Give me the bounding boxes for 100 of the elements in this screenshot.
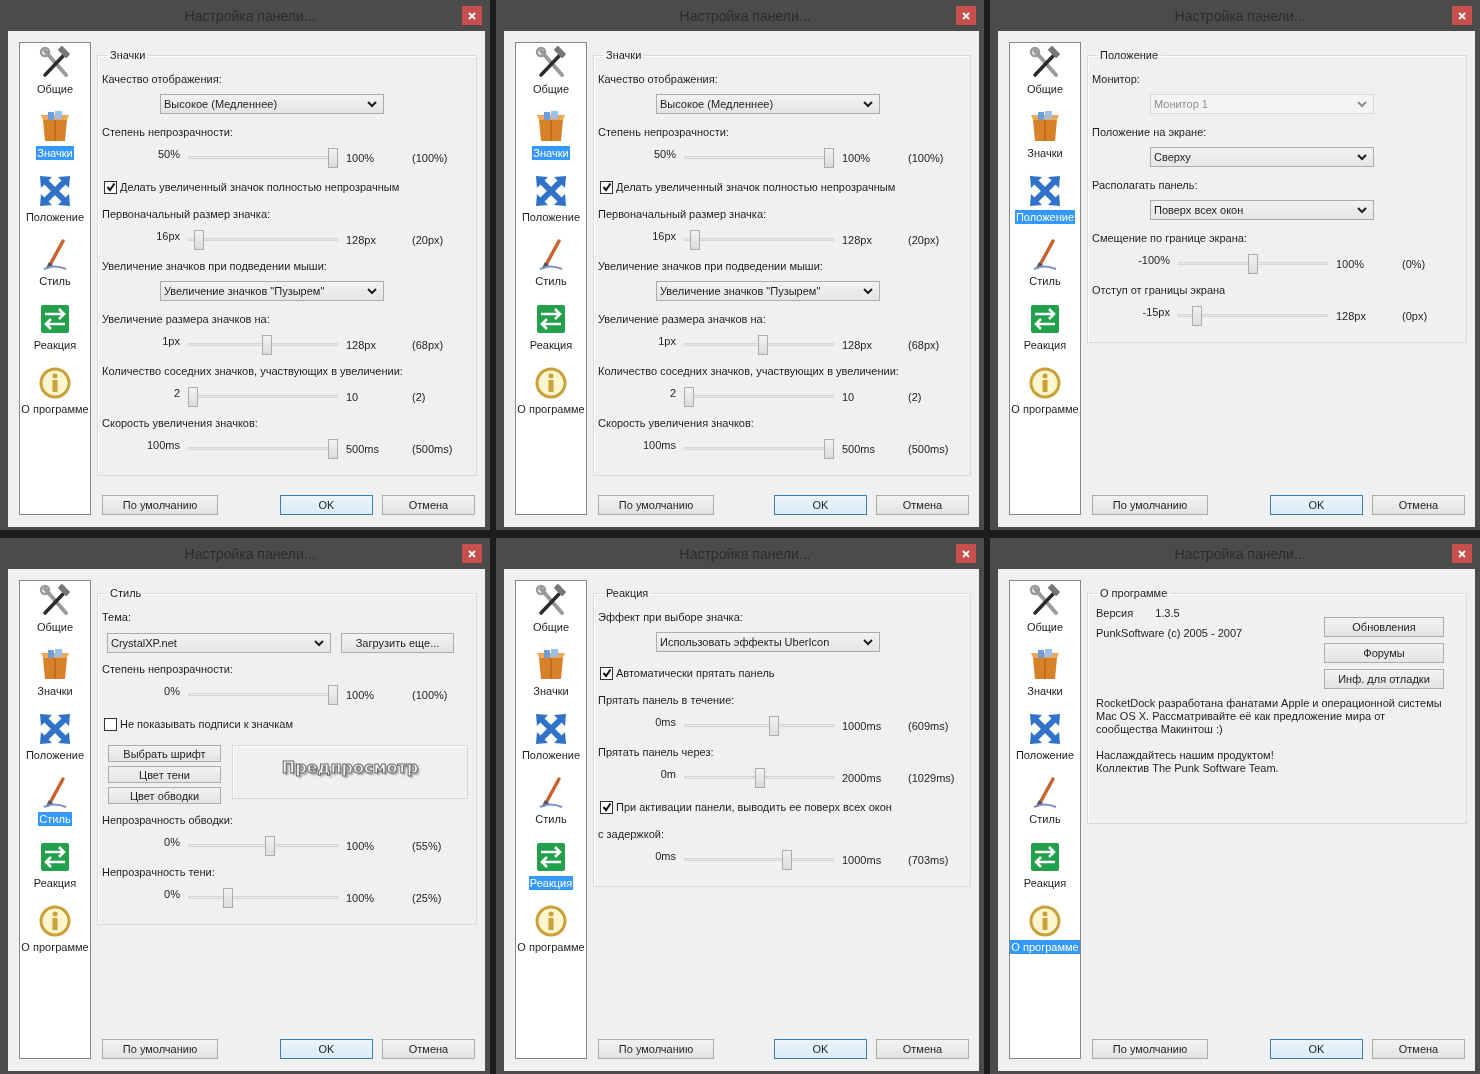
- dialog-button[interactable]: Отмена: [876, 1039, 969, 1059]
- slider-track[interactable]: [188, 230, 338, 250]
- checkbox[interactable]: [600, 800, 613, 814]
- close-button[interactable]: [1452, 6, 1472, 25]
- sidebar-item[interactable]: Общие: [531, 82, 571, 96]
- style-button[interactable]: Цвет обводки: [108, 787, 221, 804]
- sidebar-item[interactable]: О программе: [20, 402, 90, 416]
- info-icon[interactable]: [534, 366, 568, 400]
- slider-track[interactable]: [684, 387, 834, 407]
- sidebar-item[interactable]: Общие: [35, 82, 75, 96]
- slider-thumb[interactable]: [188, 387, 198, 407]
- sidebar-item[interactable]: Реакция: [1022, 876, 1068, 890]
- sidebar-item[interactable]: О программе: [516, 940, 586, 954]
- dropdown[interactable]: Использовать эффекты UberIcon: [656, 632, 880, 652]
- sidebar-item[interactable]: Положение: [24, 748, 86, 762]
- sidebar-item[interactable]: Общие: [35, 620, 75, 634]
- slider-thumb[interactable]: [758, 335, 769, 355]
- sidebar-item[interactable]: Значки: [36, 684, 74, 698]
- info-icon[interactable]: [1028, 366, 1062, 400]
- close-button[interactable]: [956, 544, 976, 563]
- slider-thumb[interactable]: [265, 836, 275, 856]
- sidebar-item[interactable]: Общие: [1025, 82, 1065, 96]
- dialog-button[interactable]: По умолчанию: [1092, 495, 1208, 515]
- dropdown[interactable]: Сверху: [1150, 147, 1374, 167]
- sidebar-item[interactable]: Стиль: [534, 274, 568, 288]
- slider-thumb[interactable]: [1248, 254, 1258, 274]
- sidebar-item[interactable]: Положение: [520, 748, 582, 762]
- box-icon[interactable]: [38, 110, 72, 144]
- slider-thumb[interactable]: [684, 387, 694, 407]
- tools-icon[interactable]: [38, 584, 72, 618]
- box-icon[interactable]: [1028, 648, 1062, 682]
- slider-thumb[interactable]: [1192, 306, 1202, 326]
- tools-icon[interactable]: [534, 584, 568, 618]
- swap-arrows-icon[interactable]: [534, 302, 568, 336]
- slider-thumb[interactable]: [328, 148, 338, 168]
- dropdown[interactable]: Увеличение значков "Пузырем": [160, 281, 384, 301]
- slider-thumb[interactable]: [328, 439, 338, 459]
- dialog-button[interactable]: Отмена: [876, 495, 969, 515]
- dialog-button[interactable]: По умолчанию: [102, 1039, 218, 1059]
- sidebar-item[interactable]: О программе: [516, 402, 586, 416]
- slider-track[interactable]: [684, 230, 834, 250]
- cross-arrows-icon[interactable]: [38, 174, 72, 208]
- tools-icon[interactable]: [38, 46, 72, 80]
- sidebar-item[interactable]: Значки: [532, 684, 570, 698]
- swap-arrows-icon[interactable]: [1028, 302, 1062, 336]
- sidebar-item[interactable]: Реакция: [528, 338, 574, 352]
- slider-track[interactable]: [188, 387, 338, 407]
- slider-track[interactable]: [684, 335, 834, 355]
- sidebar-item[interactable]: Стиль: [38, 274, 72, 288]
- style-button[interactable]: Выбрать шрифт: [108, 745, 221, 762]
- dialog-button[interactable]: OK: [280, 1039, 373, 1059]
- cross-arrows-icon[interactable]: [1028, 174, 1062, 208]
- slider-thumb[interactable]: [328, 685, 338, 705]
- slider-track[interactable]: [188, 148, 338, 168]
- slider-track[interactable]: [684, 439, 834, 459]
- cross-arrows-icon[interactable]: [534, 712, 568, 746]
- swap-arrows-icon[interactable]: [38, 840, 72, 874]
- dialog-button[interactable]: Отмена: [382, 1039, 475, 1059]
- close-button[interactable]: [462, 544, 482, 563]
- slider-thumb[interactable]: [824, 439, 834, 459]
- close-button[interactable]: [462, 6, 482, 25]
- slider-track[interactable]: [188, 685, 338, 705]
- sidebar-item[interactable]: О программе: [1010, 402, 1080, 416]
- dialog-button[interactable]: По умолчанию: [102, 495, 218, 515]
- slider-track[interactable]: [684, 768, 834, 788]
- checkbox[interactable]: [104, 180, 117, 194]
- cross-arrows-icon[interactable]: [1028, 712, 1062, 746]
- dialog-button[interactable]: Отмена: [1372, 1039, 1465, 1059]
- checkbox[interactable]: [104, 717, 117, 731]
- sidebar-item[interactable]: Реакция: [32, 876, 78, 890]
- checkbox[interactable]: [600, 180, 613, 194]
- about-button[interactable]: Инф. для отладки: [1324, 669, 1444, 689]
- info-icon[interactable]: [38, 366, 72, 400]
- dropdown[interactable]: Поверх всех окон: [1150, 200, 1374, 220]
- dialog-button[interactable]: По умолчанию: [1092, 1039, 1208, 1059]
- style-button[interactable]: Цвет тени: [108, 766, 221, 783]
- sidebar-item[interactable]: Положение: [520, 210, 582, 224]
- slider-thumb[interactable]: [782, 850, 793, 870]
- slider-track[interactable]: [1178, 306, 1328, 326]
- sidebar-item[interactable]: Положение: [1014, 748, 1076, 762]
- dropdown[interactable]: Высокое (Медленнее): [656, 94, 880, 114]
- sidebar-item[interactable]: Общие: [531, 620, 571, 634]
- slider-thumb[interactable]: [755, 768, 766, 788]
- sidebar-item[interactable]: Положение: [24, 210, 86, 224]
- sidebar-item[interactable]: Общие: [1025, 620, 1065, 634]
- sidebar-item[interactable]: Стиль: [1028, 274, 1062, 288]
- sidebar-item[interactable]: Реакция: [1022, 338, 1068, 352]
- slider-track[interactable]: [684, 716, 834, 736]
- tools-icon[interactable]: [534, 46, 568, 80]
- sidebar-item[interactable]: Стиль: [1028, 812, 1062, 826]
- sidebar-item[interactable]: Значки: [1026, 146, 1064, 160]
- slider-thumb[interactable]: [223, 888, 233, 908]
- about-button[interactable]: Форумы: [1324, 643, 1444, 663]
- dialog-button[interactable]: По умолчанию: [598, 1039, 714, 1059]
- dialog-button[interactable]: OK: [774, 1039, 867, 1059]
- tools-icon[interactable]: [1028, 584, 1062, 618]
- cross-arrows-icon[interactable]: [534, 174, 568, 208]
- dropdown[interactable]: Высокое (Медленнее): [160, 94, 384, 114]
- info-icon[interactable]: [38, 904, 72, 938]
- swap-arrows-icon[interactable]: [38, 302, 72, 336]
